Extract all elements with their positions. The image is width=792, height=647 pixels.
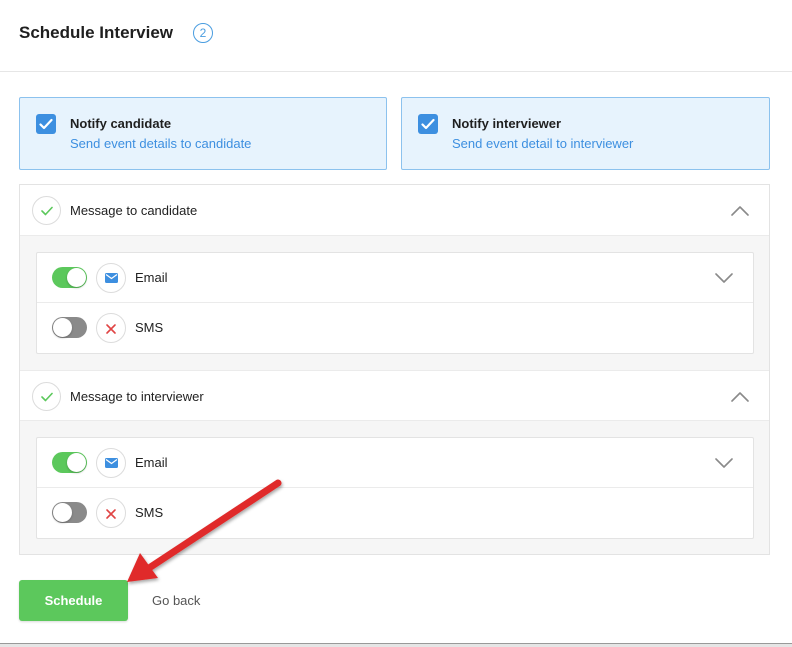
page-title: Schedule Interview [19, 23, 173, 42]
interviewer-sms-label: SMS [135, 505, 164, 520]
candidate-sms-row[interactable]: SMS [37, 303, 753, 353]
checkmark-icon [421, 118, 435, 130]
interviewer-sms-row[interactable]: SMS [37, 488, 753, 538]
header: Schedule Interview 2 [0, 0, 792, 72]
chevron-down-icon[interactable] [715, 458, 733, 469]
notify-interviewer-checkbox[interactable] [418, 114, 438, 134]
candidate-email-label: Email [135, 270, 168, 285]
chevron-up-icon[interactable] [731, 391, 749, 402]
candidate-sms-label: SMS [135, 320, 164, 335]
notify-candidate-title: Notify candidate [70, 116, 172, 131]
message-candidate-title: Message to candidate [70, 203, 198, 218]
interviewer-email-row[interactable]: Email [37, 438, 753, 488]
schedule-button[interactable]: Schedule [19, 580, 128, 621]
close-icon [96, 498, 126, 528]
message-interviewer-header[interactable]: Message to interviewer [20, 370, 769, 421]
interviewer-sms-toggle[interactable] [52, 502, 87, 523]
interviewer-email-toggle[interactable] [52, 452, 87, 473]
message-interviewer-title: Message to interviewer [70, 389, 204, 404]
envelope-icon [96, 448, 126, 478]
notify-interviewer-title: Notify interviewer [452, 116, 562, 131]
interviewer-channels: Email SMS [36, 437, 754, 539]
candidate-channels: Email SMS [36, 252, 754, 354]
bottom-divider [0, 643, 792, 647]
messages-panel: Message to candidate Email SMS Message t… [19, 184, 770, 555]
step-badge: 2 [193, 23, 213, 43]
candidate-email-toggle[interactable] [52, 267, 87, 288]
checkmark-icon [39, 118, 53, 130]
notify-interviewer-description: Send event detail to interviewer [452, 136, 634, 151]
check-circle-icon [32, 382, 61, 411]
notify-candidate-card[interactable]: Notify candidate Send event details to c… [19, 97, 387, 170]
check-circle-icon [32, 196, 61, 225]
chevron-down-icon[interactable] [715, 273, 733, 284]
chevron-up-icon[interactable] [731, 205, 749, 216]
message-candidate-header[interactable]: Message to candidate [20, 185, 769, 236]
go-back-link[interactable]: Go back [152, 593, 200, 608]
notify-candidate-checkbox[interactable] [36, 114, 56, 134]
envelope-icon [96, 263, 126, 293]
interviewer-email-label: Email [135, 455, 168, 470]
notify-candidate-description: Send event details to candidate [70, 136, 252, 151]
notify-interviewer-card[interactable]: Notify interviewer Send event detail to … [401, 97, 770, 170]
candidate-sms-toggle[interactable] [52, 317, 87, 338]
close-icon [96, 313, 126, 343]
candidate-email-row[interactable]: Email [37, 253, 753, 303]
